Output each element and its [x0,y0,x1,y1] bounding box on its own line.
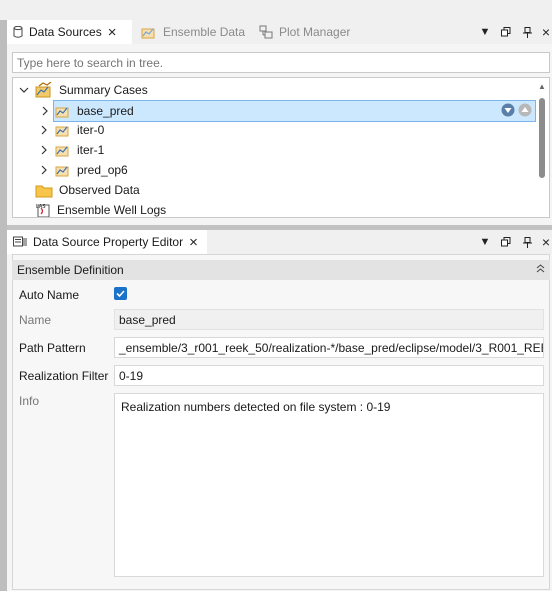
tree-item-ensemble-well-logs[interactable]: LAS Ensemble Well Logs [35,200,167,217]
restore-icon[interactable] [497,230,515,254]
collapse-icon[interactable] [536,263,545,275]
tree-item-observed-data[interactable]: Observed Data [35,180,140,200]
tree-item-label: iter-0 [77,123,105,137]
chevron-right-icon[interactable] [39,145,49,155]
realization-filter-field[interactable]: 0-19 [114,365,544,386]
ensemble-case-icon [55,104,71,118]
ensemble-case-icon [55,163,71,177]
data-sources-tree: Summary Cases base_pred iter-0 iter-1 pr… [12,77,550,218]
path-pattern-label: Path Pattern [19,341,86,355]
tree-item-case[interactable]: base_pred [42,100,536,122]
tree-item-case[interactable]: iter-0 [39,120,104,140]
tab-data-sources[interactable]: Data Sources × [7,20,132,44]
tree-scrollbar-thumb[interactable] [539,98,545,178]
chevron-right-icon[interactable] [39,165,49,175]
property-editor-tab-bar: Data Source Property Editor × ▼ × [7,230,552,254]
pin-icon[interactable] [518,20,536,44]
tree-item-label: iter-1 [77,143,105,157]
tab-label: Data Source Property Editor [33,235,184,249]
name-value: base_pred [119,312,176,327]
close-pane-icon[interactable]: × [537,230,552,254]
folder-icon [35,183,53,198]
name-label: Name [19,313,52,327]
path-pattern-field[interactable]: _ensemble/3_r001_reek_50/realization-*/b… [114,337,544,358]
ensemble-case-icon [55,123,71,137]
auto-name-label: Auto Name [19,288,80,302]
chevron-right-icon[interactable] [40,106,50,116]
tree-search-input[interactable] [12,52,550,73]
tab-label: Ensemble Data [163,25,246,39]
tree-item-label: pred_op6 [77,163,128,177]
view-menu-icon[interactable]: ▼ [476,20,494,44]
ensemble-icon [141,25,157,39]
info-label: Info [19,394,40,408]
tree-item-label: Observed Data [59,183,140,197]
move-up-icon[interactable] [518,103,532,117]
realization-filter-label: Realization Filter [19,369,109,383]
tab-ensemble-data[interactable]: Ensemble Data [135,20,250,44]
restore-icon[interactable] [497,20,515,44]
tree-item-label: Ensemble Well Logs [57,203,167,217]
group-header-ensemble-definition[interactable]: Ensemble Definition [12,260,550,280]
close-icon[interactable]: × [189,235,198,250]
tree-item-case[interactable]: pred_op6 [39,160,128,180]
close-pane-icon[interactable]: × [537,20,552,44]
realization-filter-value: 0-19 [119,368,144,383]
pin-icon[interactable] [518,230,536,254]
auto-name-checkbox[interactable] [114,287,127,300]
info-value: Realization numbers detected on file sys… [121,400,391,414]
window-top-strip [0,0,552,20]
name-field[interactable]: base_pred [114,309,544,330]
tree-item-label: Summary Cases [59,83,148,97]
property-editor-icon [13,236,27,248]
path-pattern-value: _ensemble/3_r001_reek_50/realization-*/b… [119,340,544,355]
plot-manager-icon [259,25,273,39]
chevron-right-icon[interactable] [39,125,49,135]
tree-item-case[interactable]: iter-1 [39,140,104,160]
svg-text:LAS: LAS [36,204,46,210]
move-down-icon[interactable] [501,103,515,117]
tab-property-editor[interactable]: Data Source Property Editor × [7,230,207,254]
tree-item-summary-cases[interactable]: Summary Cases [19,80,148,100]
scroll-up-icon[interactable]: ▲ [537,82,547,92]
chevron-down-icon[interactable] [19,85,29,95]
top-tab-bar: Data Sources × Ensemble Data Plot Manage… [7,20,552,44]
tab-label: Data Sources [29,25,102,39]
tab-label: Plot Manager [279,25,351,39]
database-icon [13,26,23,38]
ensemble-case-icon [55,143,71,157]
left-splitter[interactable] [0,20,7,591]
info-text-area[interactable]: Realization numbers detected on file sys… [114,393,544,577]
tab-plot-manager[interactable]: Plot Manager [253,20,363,44]
close-icon[interactable]: × [108,25,117,40]
view-menu-icon[interactable]: ▼ [476,230,494,254]
checkmark-icon [116,290,125,298]
tree-item-label: base_pred [77,104,134,118]
group-title: Ensemble Definition [17,263,124,277]
las-file-icon: LAS [35,202,51,217]
summary-cases-icon [35,82,53,98]
